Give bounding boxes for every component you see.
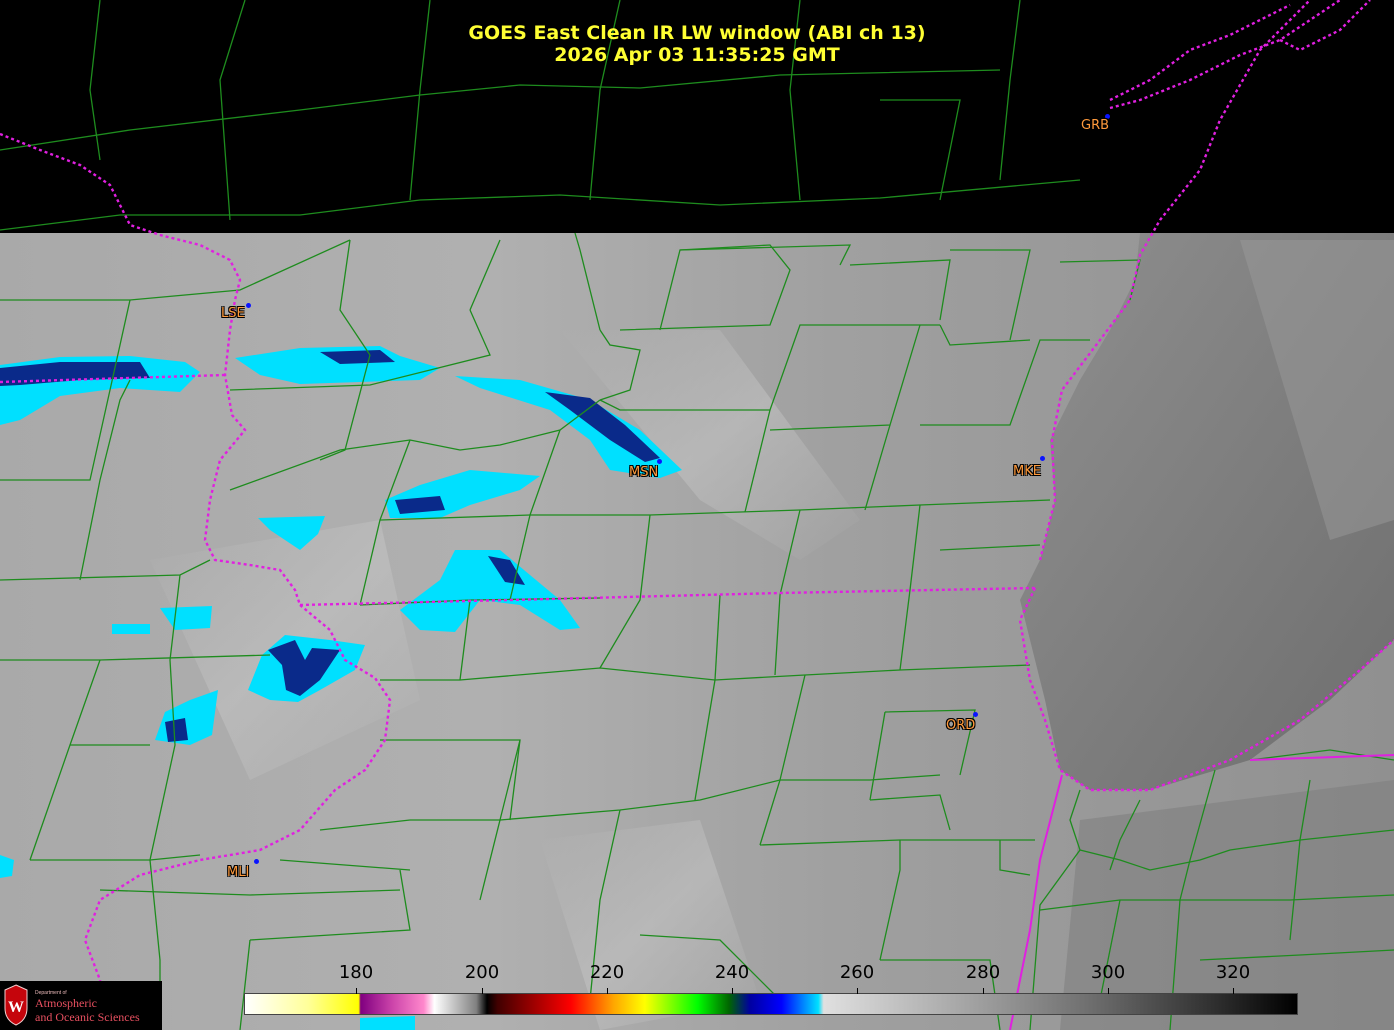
station-dot-ord [973, 712, 978, 717]
temperature-colorbar [244, 993, 1298, 1015]
colorbar-tick-label: 280 [965, 962, 1001, 983]
cloud-cell-sw2 [112, 624, 150, 634]
logo-line1: Atmospheric [35, 996, 97, 1010]
station-dot-msn [657, 459, 662, 464]
colorbar-tick-mark [482, 988, 483, 994]
colorbar-tick-mark [1233, 988, 1234, 994]
colorbar-tick-mark [356, 988, 357, 994]
station-dot-lse [246, 303, 251, 308]
colorbar-tick-label: 200 [464, 962, 500, 983]
colorbar-tick-mark [732, 988, 733, 994]
cloud-core-sw3 [165, 718, 188, 742]
station-dot-mke [1040, 456, 1045, 461]
station-label-mli: MLI [227, 865, 250, 880]
image-title: GOES East Clean IR LW window (ABI ch 13) [468, 22, 926, 44]
colorbar-tick-label: 220 [589, 962, 625, 983]
uw-crest-icon: W [4, 984, 28, 1026]
satellite-map [0, 0, 1394, 1030]
logo-line2: and Oceanic Sciences [35, 1010, 140, 1024]
station-label-mke: MKE [1013, 464, 1041, 479]
cloud-cell-bottom [360, 1016, 415, 1030]
colorbar-tick-mark [857, 988, 858, 994]
svg-text:W: W [8, 999, 24, 1016]
colorbar-tick-label: 180 [338, 962, 374, 983]
colorbar-tick-mark [983, 988, 984, 994]
colorbar-tick-mark [1108, 988, 1109, 994]
colorbar-tick-label: 240 [714, 962, 750, 983]
colorbar-tick-mark [607, 988, 608, 994]
station-dot-mli [254, 859, 259, 864]
aos-logo: W Department of Atmospheric and Oceanic … [0, 981, 162, 1030]
station-label-grb: GRB [1081, 118, 1110, 133]
station-label-lse: LSE [221, 306, 245, 321]
satellite-image-viewer: GOES East Clean IR LW window (ABI ch 13)… [0, 0, 1394, 1030]
station-label-msn: MSN [629, 465, 659, 480]
station-label-ord: ORD [946, 718, 976, 733]
colorbar-tick-label: 320 [1215, 962, 1251, 983]
colorbar-tick-label: 260 [839, 962, 875, 983]
image-timestamp: 2026 Apr 03 11:35:25 GMT [554, 44, 840, 66]
colorbar-tick-label: 300 [1090, 962, 1126, 983]
